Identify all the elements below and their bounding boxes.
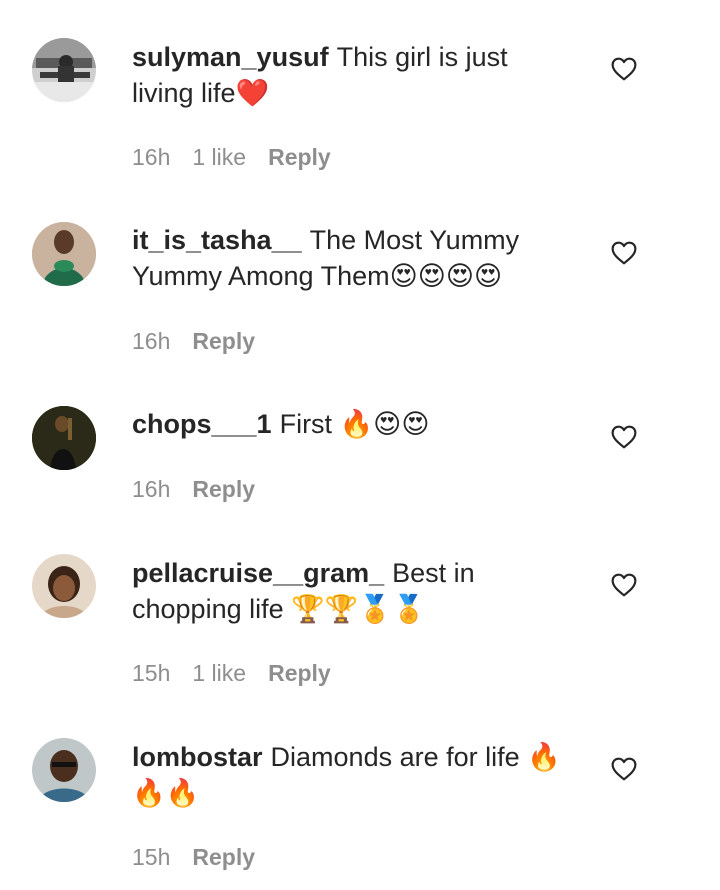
comment-body: pellacruise__gram_ Best in chopping life … xyxy=(132,555,572,627)
comment-body: it_is_tasha__ The Most Yummy Yummy Among … xyxy=(132,222,572,294)
heart-icon[interactable] xyxy=(611,757,637,781)
heart-icon[interactable] xyxy=(611,241,637,265)
comment-time: 16h xyxy=(132,328,171,354)
comment-username[interactable]: pellacruise__gram_ xyxy=(132,558,384,588)
comment-time: 15h xyxy=(132,844,171,870)
avatar[interactable] xyxy=(32,738,96,802)
comment-meta: 15h 1 like Reply xyxy=(132,658,353,688)
comment-meta: 16h Reply xyxy=(132,326,277,356)
comment-username[interactable]: it_is_tasha__ xyxy=(132,225,302,255)
reply-button[interactable]: Reply xyxy=(268,144,331,170)
comment-likes[interactable]: 1 like xyxy=(192,660,246,686)
reply-button[interactable]: Reply xyxy=(268,660,331,686)
avatar[interactable] xyxy=(32,406,96,470)
comment-body: chops___1 First 🔥😍😍 xyxy=(132,406,572,442)
comment-time: 16h xyxy=(132,144,171,170)
comment-username[interactable]: chops___1 xyxy=(132,409,272,439)
heart-icon[interactable] xyxy=(611,573,637,597)
comment-username[interactable]: sulyman_yusuf xyxy=(132,42,329,72)
avatar[interactable] xyxy=(32,222,96,286)
comment-meta: 16h Reply xyxy=(132,474,277,504)
heart-icon[interactable] xyxy=(611,57,637,81)
comment-meta: 15h Reply xyxy=(132,842,277,872)
comment-body: lombostar Diamonds are for life 🔥🔥🔥 xyxy=(132,739,572,811)
comment-username[interactable]: lombostar xyxy=(132,742,263,772)
comment-likes[interactable]: 1 like xyxy=(192,144,246,170)
comment-time: 15h xyxy=(132,660,171,686)
comment-body: sulyman_yusuf This girl is just living li… xyxy=(132,39,572,111)
avatar[interactable] xyxy=(32,554,96,618)
reply-button[interactable]: Reply xyxy=(192,844,255,870)
comment-meta: 16h 1 like Reply xyxy=(132,142,353,172)
avatar[interactable] xyxy=(32,38,96,102)
comment-time: 16h xyxy=(132,476,171,502)
heart-icon[interactable] xyxy=(611,425,637,449)
comment-text: First 🔥😍😍 xyxy=(279,409,430,439)
reply-button[interactable]: Reply xyxy=(192,328,255,354)
reply-button[interactable]: Reply xyxy=(192,476,255,502)
